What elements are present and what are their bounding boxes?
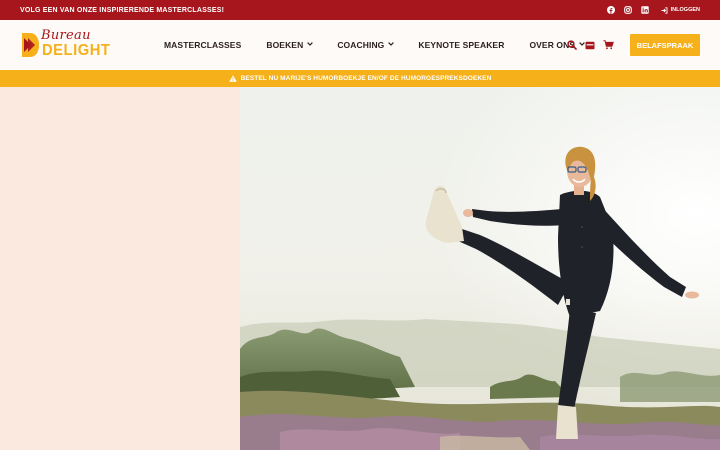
notice-text: BESTEL NU MARIJE'S HUMORBOEKJE EN/OF DE … <box>240 75 492 82</box>
belafspraak-button[interactable]: BELAFSPRAAK <box>630 34 700 56</box>
masterclass-promo-link[interactable]: VOLG EEN VAN ONZE INSPIRERENDE MASTERCLA… <box>20 7 224 14</box>
hero-photo <box>240 87 720 450</box>
header-icons <box>567 20 614 70</box>
main-header: Bureau DELIGHT MASTERCLASSES BOEKEN COAC… <box>0 20 720 70</box>
nav-item-keynote-speaker[interactable]: KEYNOTE SPEAKER <box>418 40 504 50</box>
chevron-down-icon <box>388 42 395 46</box>
login-link[interactable]: INLOGGEN <box>661 6 700 14</box>
search-icon[interactable] <box>567 40 577 50</box>
notice-bar[interactable]: BESTEL NU MARIJE'S HUMORBOEKJE EN/OF DE … <box>0 70 720 87</box>
login-icon <box>661 6 668 14</box>
nav-item-masterclasses[interactable]: MASTERCLASSES <box>164 40 241 50</box>
cart-icon[interactable] <box>603 40 614 50</box>
topbar-right: INLOGGEN <box>606 6 700 14</box>
logo-script-text: Bureau <box>41 28 91 43</box>
facebook-icon[interactable] <box>606 6 615 14</box>
nav-item-boeken[interactable]: BOEKEN <box>266 40 314 50</box>
logo-mark-icon <box>22 33 39 57</box>
top-announcement-bar: VOLG EEN VAN ONZE INSPIRERENDE MASTERCLA… <box>0 0 720 20</box>
chevron-down-icon <box>307 42 314 46</box>
logo-brand-text: DELIGHT <box>42 42 111 59</box>
nav-item-label: BOEKEN <box>266 40 304 50</box>
inbox-icon[interactable] <box>585 41 595 50</box>
main-nav: MASTERCLASSES BOEKEN COACHING KEYNOTE SP… <box>164 20 585 70</box>
nav-item-coaching[interactable]: COACHING <box>337 40 395 50</box>
login-label: INLOGGEN <box>670 7 700 13</box>
instagram-icon[interactable] <box>623 6 632 14</box>
nav-item-label: KEYNOTE SPEAKER <box>418 40 505 50</box>
bureau-delight-logo[interactable]: Bureau DELIGHT <box>20 28 111 61</box>
linkedin-icon[interactable] <box>640 6 649 14</box>
warning-icon <box>228 75 237 82</box>
nav-item-label: COACHING <box>337 40 385 50</box>
hero-left-panel <box>0 87 240 450</box>
nav-item-label: MASTERCLASSES <box>164 40 242 50</box>
